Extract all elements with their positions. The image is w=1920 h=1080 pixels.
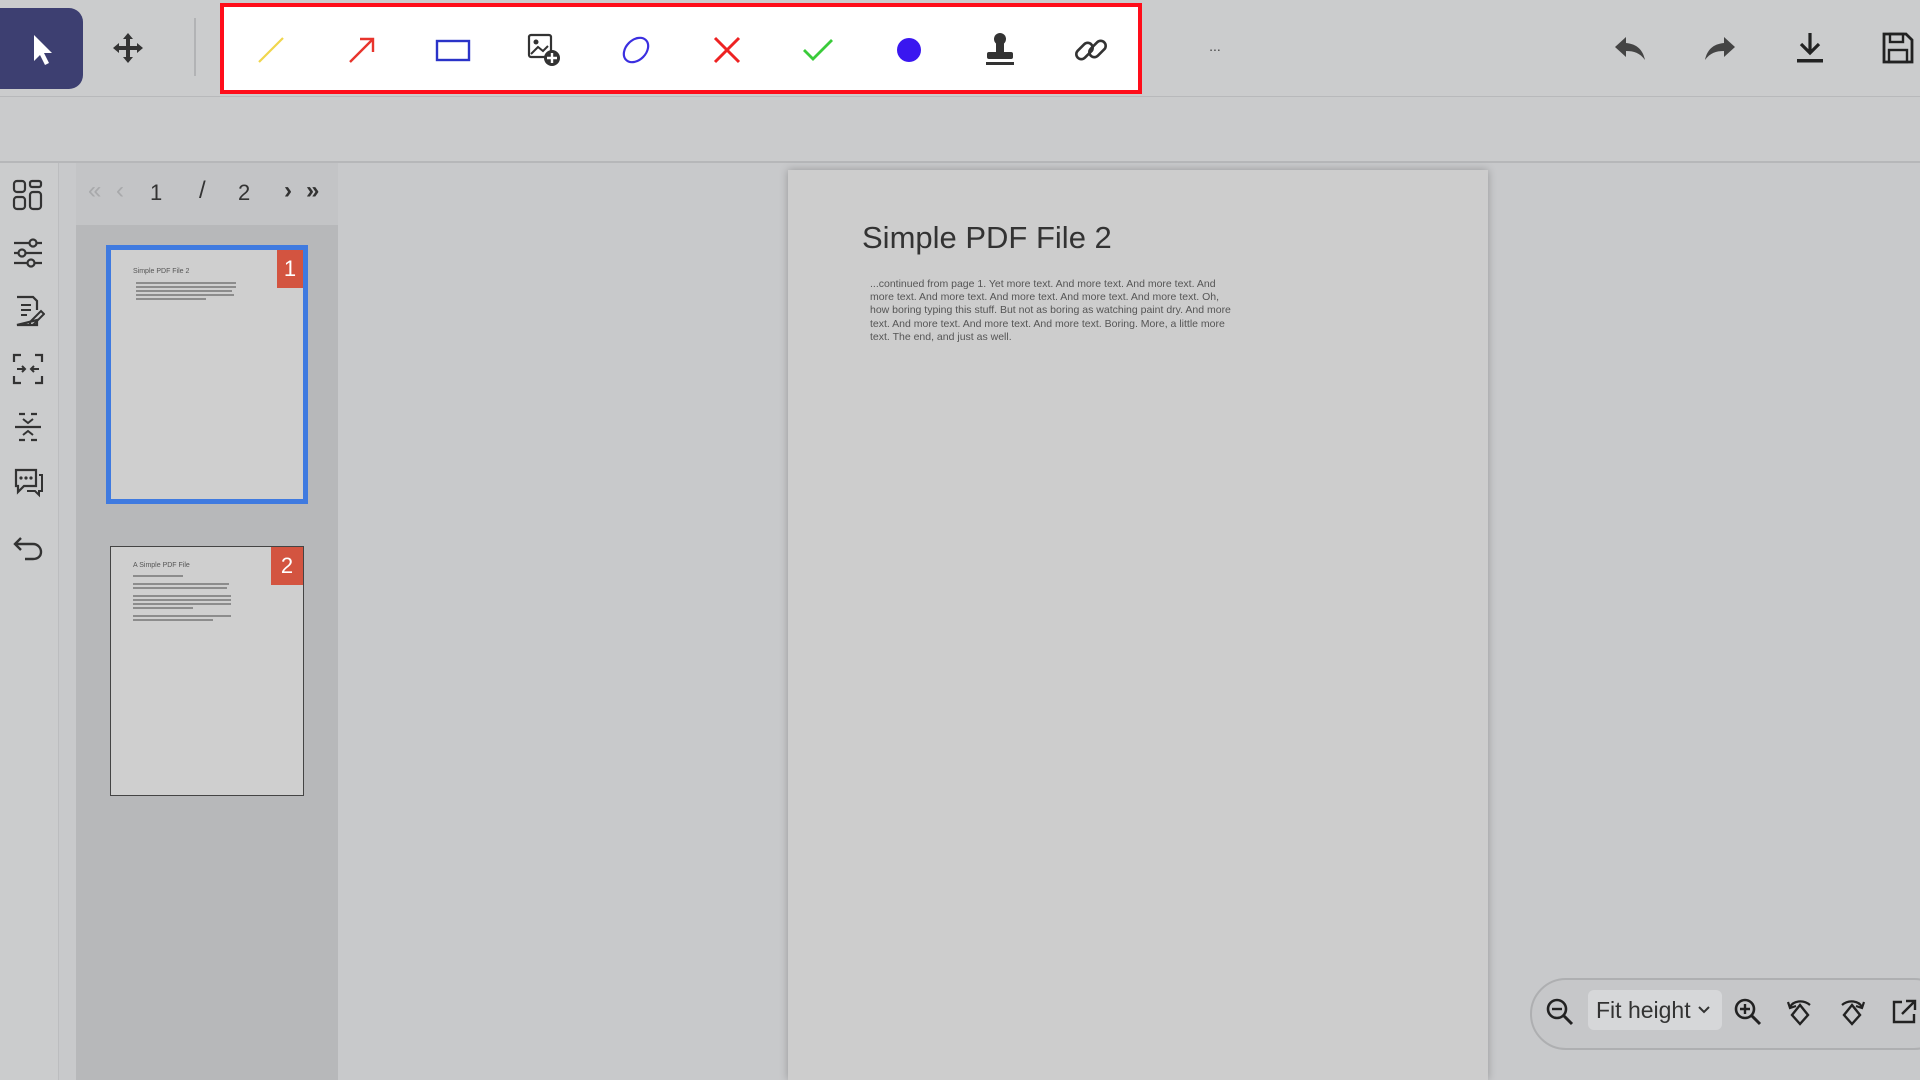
split-icon [15, 412, 41, 442]
comments-icon [14, 468, 43, 498]
redo-icon [1705, 37, 1735, 60]
thumbnail-text-line [133, 603, 231, 605]
edit-document-icon [16, 295, 45, 327]
dot-tool-button[interactable] [884, 25, 934, 75]
download-icon [1797, 33, 1823, 63]
select-tool-button[interactable] [0, 8, 83, 89]
thumbnail-text-line [133, 599, 231, 601]
thumbnail-text-line [133, 583, 229, 585]
zoom-controls: Fit height [1530, 978, 1920, 1050]
pan-tool-button[interactable] [108, 25, 148, 71]
dot-icon [897, 38, 921, 62]
thumbnail-text-line [133, 587, 227, 589]
merge-icon [12, 353, 44, 385]
thumbnail-text-line [133, 595, 231, 597]
check-tool-button[interactable] [793, 25, 843, 75]
page-thumbnail-1[interactable]: Simple PDF File 2 1 [106, 245, 308, 504]
line-tool-button[interactable] [246, 25, 296, 75]
undo-button[interactable] [1605, 25, 1655, 71]
image-tool-button[interactable] [519, 25, 569, 75]
link-tool-button[interactable] [1066, 25, 1116, 75]
zoom-in-icon [1734, 998, 1762, 1026]
move-icon [113, 33, 143, 63]
document-page[interactable]: Simple PDF File 2 ...continued from page… [788, 170, 1488, 1080]
secondary-toolbar [0, 97, 1920, 163]
add-image-icon [527, 33, 560, 66]
stamp-icon [986, 33, 1014, 65]
thumbnail-text-line [133, 575, 183, 577]
sidebar-item-merge[interactable] [8, 349, 48, 389]
zoom-out-icon [1546, 998, 1574, 1026]
check-icon [803, 39, 833, 61]
page-navigator: « ‹ 1 / 2 › » [76, 163, 338, 225]
page-number-badge: 1 [277, 250, 303, 288]
next-page-button[interactable]: › [284, 177, 292, 205]
page-separator: / [199, 177, 206, 204]
document-title: Simple PDF File 2 [862, 220, 1112, 255]
line-icon [258, 37, 284, 63]
link-icon [1075, 39, 1107, 61]
thumbnail-title: Simple PDF File 2 [133, 268, 190, 275]
download-button[interactable] [1785, 25, 1835, 71]
rotate-left-button[interactable] [1782, 992, 1818, 1032]
sidebar-item-split[interactable] [8, 407, 48, 447]
undo-icon [1615, 37, 1645, 60]
save-icon [1882, 32, 1913, 64]
current-page-input[interactable]: 1 [150, 180, 162, 206]
left-sidebar [0, 163, 59, 1080]
zoom-in-button[interactable] [1730, 992, 1766, 1032]
ellipse-tool-button[interactable] [611, 25, 661, 75]
redo-button[interactable] [1695, 25, 1745, 71]
zoom-mode-value: Fit height [1596, 996, 1691, 1023]
arrow-icon [349, 37, 375, 63]
toolbar-divider [194, 18, 196, 76]
thumbnail-title: A Simple PDF File [133, 562, 190, 569]
rectangle-icon [435, 39, 471, 62]
ellipse-icon [622, 36, 650, 64]
last-page-button[interactable]: » [306, 177, 319, 205]
thumbnail-text-line [136, 294, 234, 296]
sidebar-item-edit-text[interactable] [8, 291, 48, 331]
zoom-out-button[interactable] [1542, 992, 1578, 1032]
return-icon [13, 537, 43, 561]
page-number-badge: 2 [271, 547, 303, 585]
sliders-icon [14, 238, 42, 268]
total-pages: 2 [238, 180, 251, 205]
stamp-tool-button[interactable] [975, 25, 1025, 75]
sidebar-item-back[interactable] [8, 527, 48, 567]
sidebar-item-comments[interactable] [8, 461, 48, 501]
document-body-text: ...continued from page 1. Yet more text.… [870, 278, 1231, 343]
first-page-button[interactable]: « [88, 177, 101, 205]
thumbnail-text-line [133, 619, 213, 621]
external-link-icon [1892, 999, 1917, 1024]
zoom-mode-select[interactable]: Fit height [1588, 990, 1722, 1030]
rectangle-tool-button[interactable] [428, 25, 478, 75]
thumbnail-text-line [136, 290, 232, 292]
sidebar-item-thumbnails[interactable] [8, 175, 48, 215]
thumbnail-text-line [133, 615, 231, 617]
pointer-icon [33, 34, 52, 65]
thumbnail-text-line [136, 282, 236, 284]
arrow-tool-button[interactable] [337, 25, 387, 75]
sidebar-item-settings[interactable] [8, 233, 48, 273]
chevron-down-icon [1697, 1006, 1710, 1014]
more-tools-button[interactable]: ... [1200, 38, 1230, 58]
grid-icon [12, 179, 43, 211]
thumbnail-text-line [133, 607, 193, 609]
rotate-left-icon [1786, 1000, 1811, 1026]
save-button[interactable] [1875, 25, 1920, 71]
thumbnail-text-line [136, 298, 206, 300]
cross-icon [713, 36, 741, 64]
prev-page-button[interactable]: ‹ [116, 177, 124, 205]
cross-tool-button[interactable] [702, 25, 752, 75]
thumbnail-text-line [136, 286, 236, 288]
rotate-right-button[interactable] [1834, 992, 1870, 1032]
rotate-right-icon [1841, 1000, 1866, 1026]
page-thumbnail-2[interactable]: A Simple PDF File 2 [110, 546, 304, 796]
open-external-button[interactable] [1886, 992, 1920, 1032]
annotation-tools-group [220, 3, 1142, 94]
